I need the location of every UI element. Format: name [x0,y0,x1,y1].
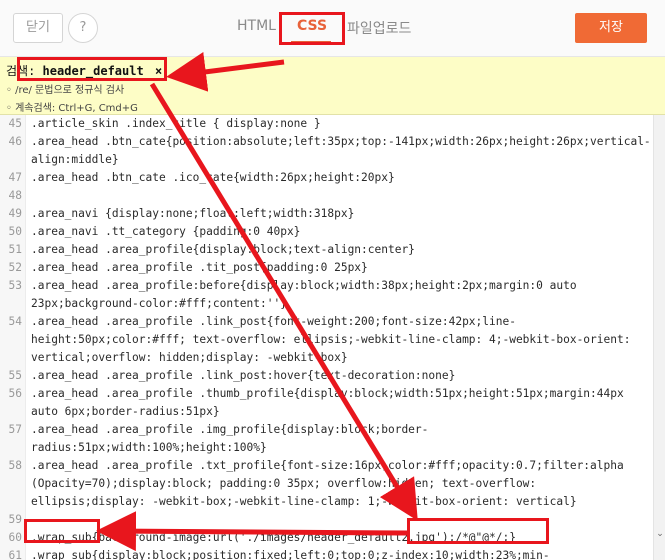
line-code: .area_head .btn_cate{position:absolute;l… [31,135,651,148]
code-line[interactable]: 46 .area_head .btn_cate{position:absolute… [0,133,653,151]
code-line[interactable]: 61 .wrap_sub{display:block;position:fixed… [0,547,653,560]
line-code: .area_head .area_profile{display:block;t… [31,243,415,256]
search-hint-regex: ◦ /re/ 문법으로 정규식 검사 [6,85,125,96]
tab-file-upload[interactable]: 파일업로드 [347,18,411,38]
line-number: 60 [8,531,22,544]
line-number: 47 [8,171,22,184]
code-line[interactable]: 48 [0,187,653,205]
code-line[interactable]: auto 6px;border-radius:51px} [0,403,653,421]
line-code: ellipsis;display: -webkit-box;-webkit-li… [31,495,577,508]
save-button[interactable]: 저장 [575,13,647,43]
editor-scrollbar[interactable]: ⌄ [653,115,665,560]
line-code: .area_navi .tt_category {padding:0 40px} [31,225,301,238]
code-line[interactable]: 60 .wrap_sub{background-image:url('./imag… [0,529,653,547]
line-number: 52 [8,261,22,274]
line-code: .area_navi {display:none;float:left;widt… [31,207,355,220]
code-line[interactable]: (Opacity=70);display:block; padding:0 35… [0,475,653,493]
line-number: 50 [8,225,22,238]
css-code-editor[interactable]: 45 .article_skin .index_title { display:n… [0,115,653,560]
line-number: 53 [8,279,22,292]
line-code: .area_head .area_profile .link_post{font… [31,315,516,328]
line-code: .area_head .area_profile:before{display:… [31,279,577,292]
line-code: vertical;overflow: hidden;display: -webk… [31,351,348,364]
line-code: radius:51px;width:100%;height:100%} [31,441,267,454]
line-code: .article_skin .index_title { display:non… [31,117,321,130]
line-code: .area_head .area_profile .img_profile{di… [31,423,429,436]
line-number: 56 [8,387,22,400]
line-number: 58 [8,459,22,472]
code-line[interactable]: 49 .area_navi {display:none;float:left;wi… [0,205,653,223]
line-code: .wrap_sub{display:block;position:fixed;l… [31,549,550,560]
line-code: (Opacity=70);display:block; padding:0 35… [31,477,537,490]
tab-html[interactable]: HTML [237,18,276,34]
line-number: 46 [8,135,22,148]
line-code: auto 6px;border-radius:51px} [31,405,220,418]
search-hint-next: ◦ 계속검색: Ctrl+G, Cmd+G [6,103,138,114]
code-line[interactable]: align:middle} [0,151,653,169]
line-code: align:middle} [31,153,119,166]
code-line[interactable]: 53 .area_head .area_profile:before{displa… [0,277,653,295]
code-line[interactable]: height:50px;color:#fff; text-overflow: e… [0,331,653,349]
close-button[interactable]: 닫기 [13,13,63,43]
line-code: 23px;background-color:#fff;content:''} [31,297,287,310]
code-line[interactable]: 50 .area_navi .tt_category {padding:0 40p… [0,223,653,241]
line-number: 59 [8,513,22,526]
code-line[interactable]: 58 .area_head .area_profile .txt_profile{… [0,457,653,475]
line-number: 57 [8,423,22,436]
code-line[interactable]: vertical;overflow: hidden;display: -webk… [0,349,653,367]
code-line[interactable]: 47 .area_head .btn_cate .ico_cate{width:2… [0,169,653,187]
search-field[interactable]: 검색: header_default × [6,62,162,80]
code-line[interactable]: ellipsis;display: -webkit-box;-webkit-li… [0,493,653,511]
line-code: .area_head .area_profile .tit_post{paddi… [31,261,368,274]
line-number: 55 [8,369,22,382]
active-tab-indicator [291,41,331,43]
search-prefix: 검색: [6,64,36,78]
code-line[interactable]: radius:51px;width:100%;height:100%} [0,439,653,457]
line-code: height:50px;color:#fff; text-overflow: e… [31,333,631,346]
help-button[interactable]: ? [68,13,98,43]
line-number: 45 [8,117,22,130]
code-line[interactable]: 23px;background-color:#fff;content:''} [0,295,653,313]
line-number: 54 [8,315,22,328]
line-code: .area_head .area_profile .link_post:hove… [31,369,456,382]
line-code: .wrap_sub{background-image:url('./images… [31,531,516,544]
clear-search-icon[interactable]: × [155,64,162,78]
scroll-down-icon[interactable]: ⌄ [654,527,665,541]
editor-toolbar: 닫기 ? HTML CSS 파일업로드 저장 [0,0,665,57]
code-line[interactable]: 54 .area_head .area_profile .link_post{fo… [0,313,653,331]
code-line[interactable]: 59 [0,511,653,529]
line-number: 48 [8,189,22,202]
search-term[interactable]: header_default [43,64,144,78]
code-line[interactable]: 55 .area_head .area_profile .link_post:ho… [0,367,653,385]
line-code: .area_head .btn_cate .ico_cate{width:26p… [31,171,395,184]
line-number: 61 [8,549,22,560]
code-line[interactable]: 51 .area_head .area_profile{display:block… [0,241,653,259]
line-code: .area_head .area_profile .thumb_profile{… [31,387,624,400]
code-line[interactable]: 56 .area_head .area_profile .thumb_profil… [0,385,653,403]
line-code: .area_head .area_profile .txt_profile{fo… [31,459,624,472]
line-number: 51 [8,243,22,256]
code-line[interactable]: 45 .article_skin .index_title { display:n… [0,115,653,133]
tab-css[interactable]: CSS [297,18,327,34]
code-line[interactable]: 57 .area_head .area_profile .img_profile{… [0,421,653,439]
code-line[interactable]: 52 .area_head .area_profile .tit_post{pad… [0,259,653,277]
line-number: 49 [8,207,22,220]
